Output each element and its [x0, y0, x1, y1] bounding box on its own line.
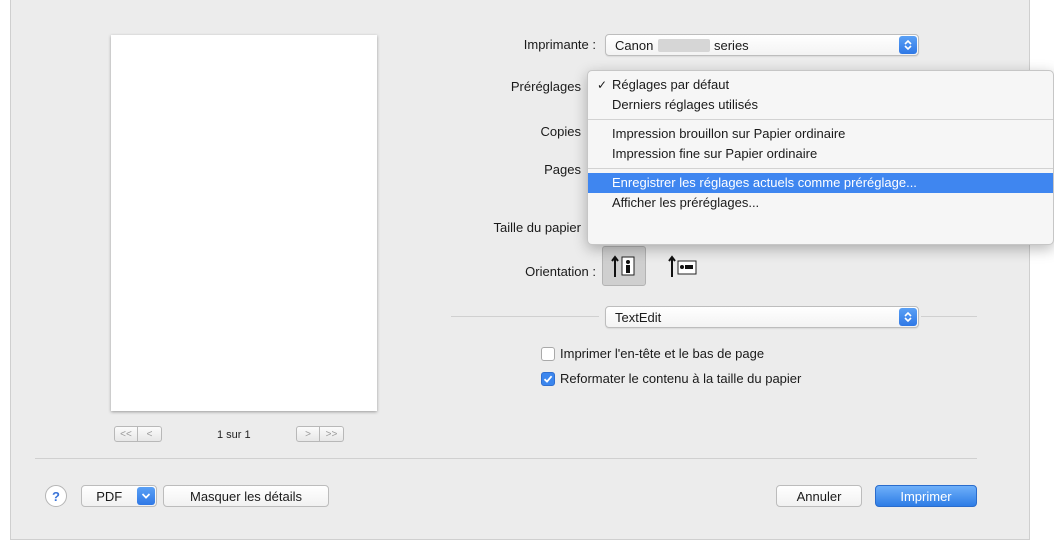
- pager-back-group: << <: [114, 426, 162, 442]
- pager-forward-group: > >>: [296, 426, 344, 442]
- menu-item-label: Réglages par défaut: [612, 77, 730, 92]
- page-count: 1 sur 1: [217, 429, 251, 441]
- orientation-label: Orientation :: [525, 264, 596, 279]
- section-divider-right: [921, 316, 977, 317]
- landscape-orientation-button[interactable]: [661, 246, 705, 286]
- preset-default[interactable]: ✓ Réglages par défaut: [588, 75, 1053, 95]
- printer-name-prefix: Canon: [615, 38, 654, 53]
- paper-size-label: Taille du papier: [493, 220, 581, 235]
- rewrap-checkbox[interactable]: [541, 371, 555, 386]
- checkmark-icon: [543, 375, 553, 383]
- cancel-button[interactable]: Annuler: [776, 485, 862, 507]
- portrait-icon: [611, 255, 635, 277]
- menu-item-label: Enregistrer les réglages actuels comme p…: [612, 175, 917, 190]
- header-footer-checkbox[interactable]: [541, 346, 555, 361]
- menu-item-label: Impression brouillon sur Papier ordinair…: [612, 126, 846, 141]
- menu-separator: [588, 119, 1053, 120]
- section-divider-left: [451, 316, 599, 317]
- print-button[interactable]: Imprimer: [875, 485, 977, 507]
- page-preview: [111, 35, 377, 411]
- popup-stepper-icon: [899, 308, 917, 326]
- show-presets[interactable]: Afficher les préréglages...: [588, 193, 1053, 213]
- landscape-icon: [668, 255, 697, 277]
- header-footer-label: Imprimer l'en-tête et le bas de page: [560, 346, 765, 361]
- header-footer-option[interactable]: Imprimer l'en-tête et le bas de page: [541, 346, 764, 361]
- presets-menu: ✓ Réglages par défaut Derniers réglages …: [587, 70, 1054, 245]
- menu-item-label: Impression fine sur Papier ordinaire: [612, 146, 818, 161]
- last-page-button[interactable]: >>: [320, 426, 344, 442]
- pdf-menu-button[interactable]: PDF: [81, 485, 157, 507]
- hide-details-button[interactable]: Masquer les détails: [163, 485, 329, 507]
- printer-label: Imprimante :: [523, 37, 596, 52]
- save-current-as-preset[interactable]: Enregistrer les réglages actuels comme p…: [588, 173, 1053, 193]
- checkmark-icon: ✓: [597, 78, 608, 92]
- footer-divider: [35, 458, 977, 459]
- pages-label: Pages: [544, 162, 581, 177]
- presets-label: Préréglages: [510, 79, 581, 94]
- preset-draft-plain-paper[interactable]: Impression brouillon sur Papier ordinair…: [588, 124, 1053, 144]
- preset-last-used[interactable]: Derniers réglages utilisés: [588, 95, 1053, 115]
- first-page-button[interactable]: <<: [114, 426, 138, 442]
- printer-name-suffix: series: [714, 38, 749, 53]
- printer-popup[interactable]: Canon series: [605, 34, 919, 56]
- rewrap-option[interactable]: Reformater le contenu à la taille du pap…: [541, 371, 801, 386]
- menu-item-label: Derniers réglages utilisés: [612, 97, 758, 112]
- app-section-value: TextEdit: [615, 310, 662, 325]
- portrait-orientation-button[interactable]: [602, 246, 646, 286]
- preset-fine-plain-paper[interactable]: Impression fine sur Papier ordinaire: [588, 144, 1053, 164]
- menu-separator: [588, 168, 1053, 169]
- app-section-popup[interactable]: TextEdit: [605, 306, 919, 328]
- help-button[interactable]: ?: [45, 485, 67, 507]
- previous-page-button[interactable]: <: [138, 426, 162, 442]
- redacted-model: [658, 39, 710, 52]
- next-page-button[interactable]: >: [296, 426, 320, 442]
- popup-stepper-icon: [899, 36, 917, 54]
- pdf-label: PDF: [96, 488, 123, 504]
- menu-item-label: Afficher les préréglages...: [612, 195, 760, 210]
- rewrap-label: Reformater le contenu à la taille du pap…: [560, 371, 802, 386]
- print-dialog: << < 1 sur 1 > >> Imprimante : Préréglag…: [10, 0, 1054, 540]
- copies-label: Copies: [540, 124, 581, 139]
- chevron-down-icon: [137, 487, 155, 505]
